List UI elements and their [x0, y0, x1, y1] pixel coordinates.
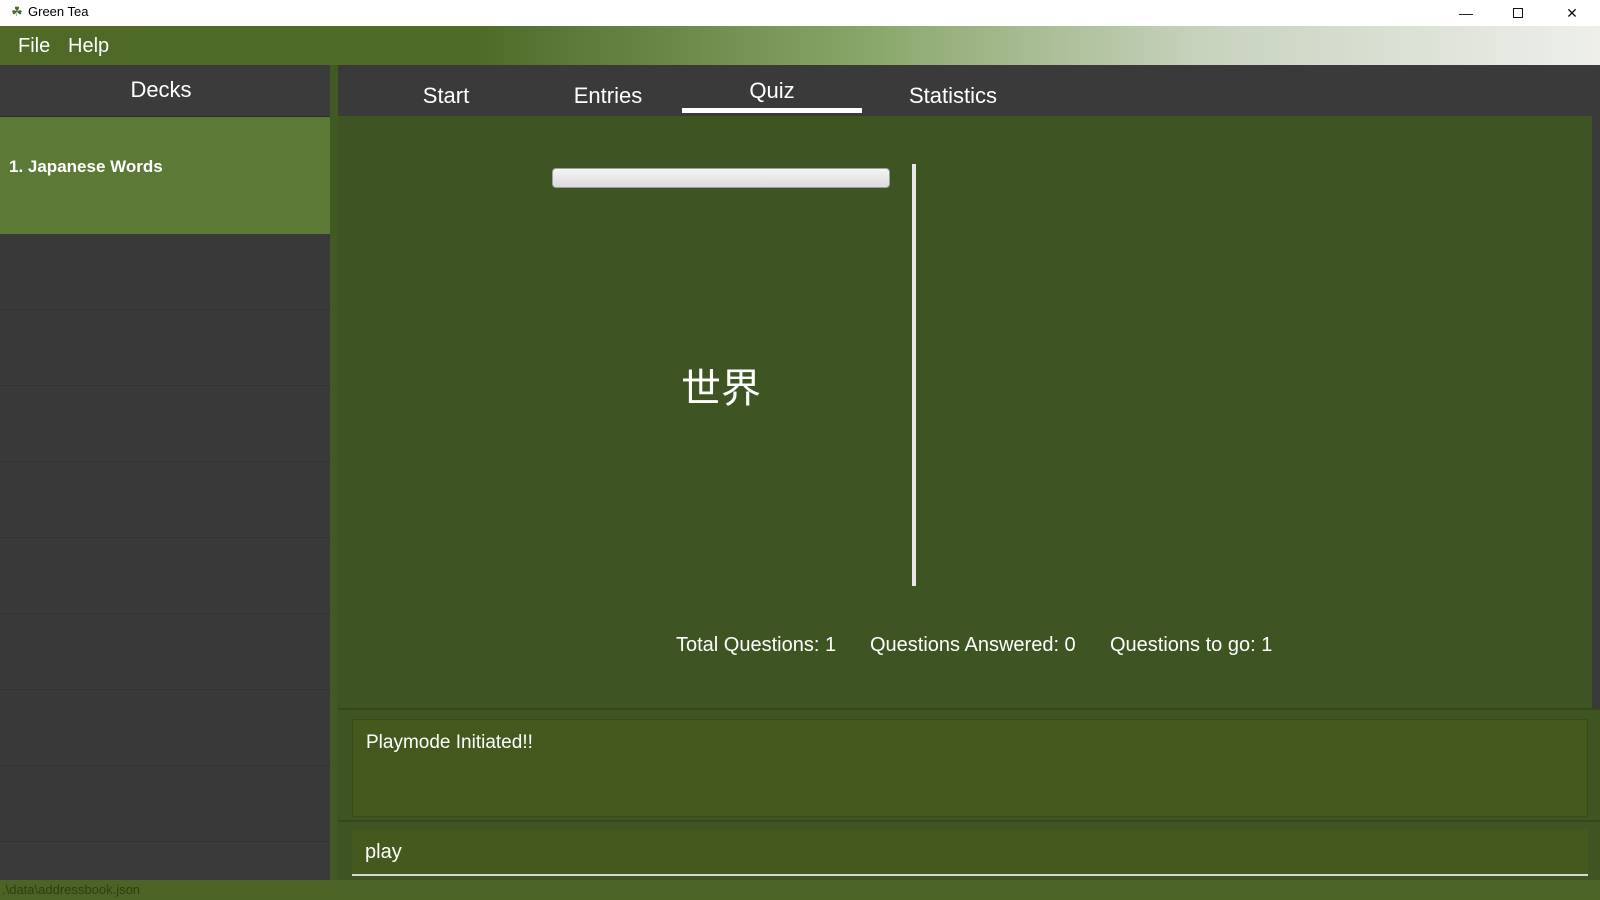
deck-label: 1. Japanese Words: [9, 157, 163, 176]
sidebar-header: Decks: [0, 65, 330, 117]
title-bar: ☘ Green Tea — ✕: [0, 0, 1600, 26]
empty-list-row: [0, 310, 330, 386]
question-text: 世界: [681, 366, 761, 412]
tab-entries[interactable]: Entries: [558, 83, 658, 109]
deck-list-item[interactable]: 1. Japanese Words: [0, 117, 330, 234]
command-box: [352, 830, 1588, 876]
menu-file[interactable]: File: [18, 35, 50, 58]
tab-statistics[interactable]: Statistics: [898, 83, 1008, 109]
empty-list-row: [0, 766, 330, 842]
split-pane-divider[interactable]: [330, 65, 338, 880]
empty-list-row: [0, 690, 330, 766]
empty-list-row: [0, 386, 330, 462]
questions-answered-label: Questions Answered: 0: [870, 634, 1076, 656]
selected-tab-indicator: [682, 108, 862, 113]
command-panel: [338, 820, 1600, 880]
result-text: Playmode Initiated!!: [366, 732, 533, 753]
empty-list-row: [0, 614, 330, 690]
menu-help[interactable]: Help: [68, 35, 109, 58]
questions-to-go-label: Questions to go: 1: [1110, 634, 1273, 656]
status-bar: .\data\addressbook.json: [0, 880, 1600, 900]
maximize-icon: [1513, 8, 1523, 18]
tab-start[interactable]: Start: [406, 83, 486, 109]
command-input[interactable]: [352, 830, 1588, 874]
quiz-panel: 世界 Total Questions: 1 Questions Answered…: [338, 116, 1600, 708]
minimize-button[interactable]: —: [1442, 0, 1490, 26]
maximize-button[interactable]: [1494, 0, 1542, 26]
close-button[interactable]: ✕: [1548, 0, 1596, 26]
vertical-divider: [912, 164, 916, 586]
total-questions-label: Total Questions: 1: [676, 634, 837, 656]
empty-list-row: [0, 538, 330, 614]
empty-list-row: [0, 462, 330, 538]
empty-list-row: [0, 234, 330, 310]
deck-sidebar: Decks 1. Japanese Words: [0, 65, 330, 880]
result-display-panel: Playmode Initiated!!: [338, 708, 1600, 820]
tab-quiz[interactable]: Quiz: [682, 78, 862, 104]
sidebar-title: Decks: [130, 77, 192, 102]
quiz-progress-bar: [552, 168, 890, 188]
tab-bar: Start Entries Quiz Statistics: [338, 65, 1600, 116]
result-display: Playmode Initiated!!: [352, 719, 1588, 817]
save-location-text: .\data\addressbook.json: [2, 882, 141, 897]
tea-leaf-icon: ☘: [11, 4, 23, 19]
window-title: Green Tea: [28, 4, 89, 19]
menu-bar: File Help: [0, 26, 1600, 65]
